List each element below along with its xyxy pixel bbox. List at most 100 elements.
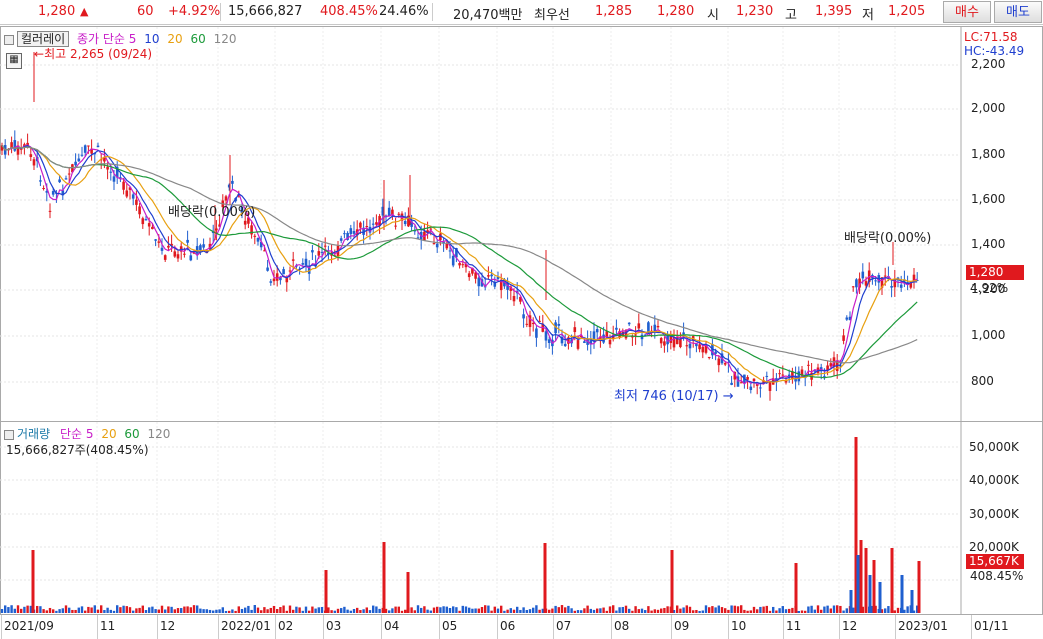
candle-body — [608, 339, 612, 345]
volume-bar — [701, 610, 704, 613]
volume-bar — [468, 607, 471, 613]
candle-body — [467, 273, 471, 278]
candle-body — [167, 245, 170, 248]
min-annotation: 최저 746 (10/17) → — [614, 389, 734, 404]
candle-body — [202, 244, 205, 248]
volume-bar — [400, 610, 404, 613]
volume-bar — [612, 605, 615, 613]
candle-body — [685, 345, 689, 347]
volume-bar — [816, 605, 820, 613]
volume-bar — [893, 610, 896, 613]
candle-body — [64, 178, 68, 180]
volume-bar — [356, 607, 359, 613]
volume-bar — [391, 608, 394, 613]
candle-body — [682, 332, 685, 335]
volume-bar — [528, 609, 532, 613]
volume-bar — [192, 605, 196, 613]
volume-bar — [826, 605, 829, 613]
volume-bar — [247, 605, 250, 613]
candle-body — [688, 343, 692, 349]
volume-bar — [772, 606, 775, 613]
volume-bar — [138, 607, 141, 613]
volume-bar — [548, 609, 551, 613]
candle-body — [458, 263, 461, 266]
volume-bar — [375, 606, 378, 613]
price-tick-label: 1,800 — [971, 147, 1006, 161]
volume-bar — [656, 609, 660, 613]
date-label: 01/11 — [974, 619, 1009, 633]
volume-bar — [496, 608, 500, 613]
volume-bar — [666, 606, 669, 613]
dividend-label-2: 배당락(0.00%) — [844, 231, 932, 246]
volume-bar — [320, 607, 324, 613]
date-tick — [611, 615, 612, 639]
volume-bar — [90, 607, 93, 613]
volume-bar — [327, 607, 330, 613]
volume-bar — [800, 610, 804, 613]
candle-body — [311, 250, 314, 253]
legend-toggle-icon[interactable] — [4, 34, 14, 45]
volume-bar — [644, 610, 647, 613]
volume-bar — [144, 610, 148, 613]
volume-bar — [423, 606, 426, 613]
candle-body — [851, 286, 855, 288]
volume-bar — [125, 606, 128, 613]
volume-bar — [573, 610, 576, 613]
volume-toggle-icon[interactable] — [4, 429, 14, 440]
volume-bar — [791, 607, 794, 613]
volume-bar — [372, 605, 375, 613]
candle-body — [746, 377, 749, 380]
grid-icon[interactable]: ▦ — [6, 53, 22, 69]
date-label: 03 — [326, 619, 342, 633]
volume-bar — [416, 605, 420, 613]
ma120-legend: 120 — [213, 32, 237, 46]
volume-bar — [832, 605, 836, 613]
candle-body — [576, 340, 580, 349]
candle-body — [199, 245, 202, 251]
volume-bar — [378, 608, 381, 613]
volume-bar — [512, 609, 516, 613]
volume-bar — [474, 608, 477, 613]
volume-tick-label: 30,000K — [969, 507, 1019, 521]
volume-bar — [0, 609, 4, 613]
candle-body — [288, 270, 292, 272]
volume-bar — [388, 610, 391, 613]
candle-body — [890, 286, 893, 288]
volume-bar — [199, 608, 202, 613]
date-tick — [671, 615, 672, 639]
volume-bar — [477, 608, 480, 613]
volume-spike-bar — [872, 560, 876, 613]
volume-bar — [640, 608, 644, 613]
volume-bar — [637, 609, 640, 613]
candle-body — [320, 251, 324, 253]
ma10-legend: 10 — [144, 32, 160, 46]
candle-body — [352, 231, 356, 234]
candle-body — [544, 331, 548, 341]
volume-bar — [183, 606, 186, 613]
volume-bar — [215, 609, 218, 613]
volume-bar — [605, 610, 608, 613]
candle-body — [861, 271, 865, 279]
date-tick — [323, 615, 324, 639]
volume-bar — [77, 607, 80, 613]
date-tick — [275, 615, 276, 639]
candle-body — [275, 273, 279, 281]
date-label: 2021/09 — [4, 619, 54, 633]
candle-body — [403, 221, 407, 225]
volume-bar — [295, 606, 298, 613]
candle-body — [77, 158, 81, 162]
volume-bar — [311, 606, 314, 613]
volume-bar — [410, 607, 413, 613]
volume-bar — [740, 605, 743, 613]
volume-bar — [317, 607, 320, 613]
volume-bar — [535, 605, 538, 613]
volume-bar — [301, 610, 304, 613]
candle-body — [525, 323, 529, 325]
candle-body — [58, 179, 61, 183]
candle-body — [231, 180, 234, 184]
volume-bar — [368, 610, 372, 613]
candle-body — [723, 363, 727, 365]
candle-body — [487, 275, 490, 277]
volume-bar — [615, 610, 618, 613]
candle-body — [883, 275, 887, 277]
